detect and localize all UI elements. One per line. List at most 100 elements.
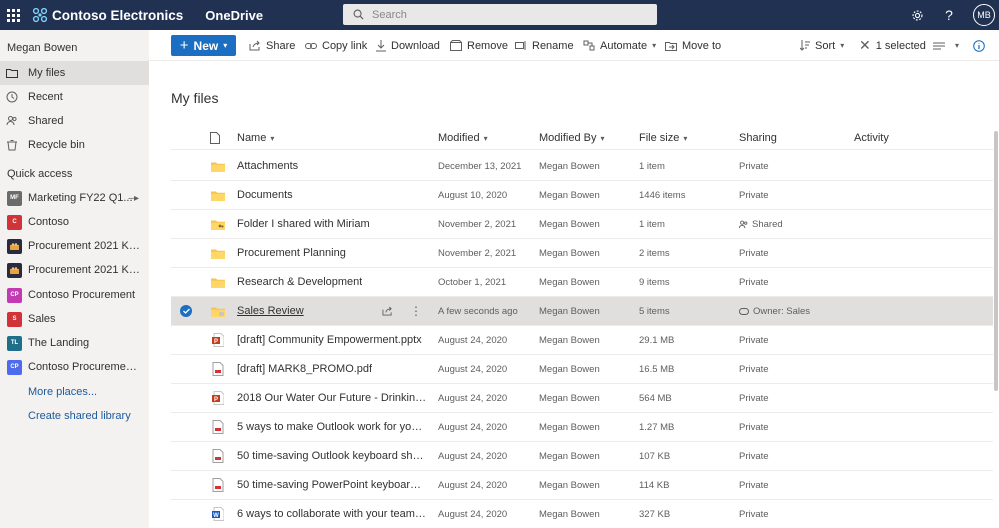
download-button[interactable]: Download bbox=[376, 30, 440, 61]
waffle-icon bbox=[6, 8, 20, 22]
rename-button[interactable]: Rename bbox=[515, 30, 574, 61]
file-name-link[interactable]: Attachments bbox=[237, 152, 427, 180]
table-row[interactable]: Folder I shared with Miriam November 2, 2… bbox=[171, 210, 993, 239]
table-row[interactable]: Sales Review ⋮ A few seconds ago Megan Bowe… bbox=[171, 297, 993, 326]
move-to-button[interactable]: Move to bbox=[665, 30, 721, 61]
pin-icon[interactable]: ‒▸ bbox=[128, 193, 139, 204]
clear-selection-button[interactable]: ✕ 1 selected bbox=[859, 30, 926, 61]
table-row[interactable]: Research & Development October 1, 2021 Meg… bbox=[171, 268, 993, 297]
create-shared-library-link[interactable]: Create shared library bbox=[28, 410, 131, 422]
checkmark-icon bbox=[180, 305, 192, 317]
pdf-file-icon bbox=[210, 355, 226, 383]
file-name-link[interactable]: 2018 Our Water Our Future - Drinking Wat… bbox=[237, 384, 427, 412]
quick-access-item[interactable]: TL The Landing bbox=[0, 331, 149, 355]
new-button[interactable]: + New ▾ bbox=[171, 35, 236, 56]
table-row[interactable]: P 2018 Our Water Our Future - Drinking Wa… bbox=[171, 384, 993, 413]
quick-access-item[interactable]: Procurement 2021 Kickoff bbox=[0, 258, 149, 282]
quick-access-item[interactable]: Procurement 2021 Kickof... bbox=[0, 234, 149, 258]
quick-access-item[interactable]: CP Contoso Procurement bbox=[0, 283, 149, 307]
file-name-link[interactable]: 5 ways to make Outlook work for you.pdf bbox=[237, 413, 427, 441]
quick-access-item[interactable]: C Contoso bbox=[0, 210, 149, 234]
file-name-link[interactable]: Procurement Planning bbox=[237, 239, 427, 267]
pdf-file-icon bbox=[210, 413, 226, 441]
modified-by: Megan Bowen bbox=[539, 450, 600, 462]
nav-item-label: My files bbox=[28, 67, 66, 79]
table-row[interactable]: W 6 ways to collaborate with your team.do… bbox=[171, 500, 993, 528]
quick-access-item[interactable]: CP Contoso Procurement - T... bbox=[0, 355, 149, 379]
file-name: 5 ways to make Outlook work for you.pdf bbox=[237, 421, 427, 433]
help-button[interactable]: ? bbox=[933, 0, 965, 30]
sharing-column-header[interactable]: Sharing bbox=[739, 126, 777, 150]
nav-item-label: Recent bbox=[28, 91, 63, 103]
share-button[interactable]: Share bbox=[249, 30, 295, 61]
vertical-scrollbar[interactable] bbox=[993, 61, 999, 528]
name-column-header[interactable]: Name ▾ bbox=[237, 126, 274, 150]
sharing-status[interactable]: Shared bbox=[739, 210, 859, 238]
sharing-status: Private bbox=[739, 355, 859, 383]
scroll-thumb[interactable] bbox=[994, 131, 998, 391]
selected-count: 1 selected bbox=[875, 39, 926, 52]
file-size: 1 item bbox=[639, 218, 665, 230]
site-badge: TL bbox=[7, 335, 22, 351]
group-icon bbox=[739, 307, 749, 315]
more-actions-button[interactable]: ⋮ bbox=[410, 297, 422, 325]
remove-button[interactable]: Remove bbox=[450, 30, 508, 61]
sort-button[interactable]: Sort ▾ bbox=[800, 30, 844, 61]
file-name-link[interactable]: Research & Development bbox=[237, 268, 427, 296]
file-name-link[interactable]: [draft] MARK8_PROMO.pdf bbox=[237, 355, 427, 383]
remove-label: Remove bbox=[467, 39, 508, 52]
file-name-link[interactable]: Folder I shared with Miriam bbox=[237, 210, 427, 238]
table-row[interactable]: Procurement Planning November 2, 2021 Mega… bbox=[171, 239, 993, 268]
file-name-link[interactable]: 50 time-saving PowerPoint keyboard short… bbox=[237, 471, 427, 499]
table-row[interactable]: 5 ways to make Outlook work for you.pdf A… bbox=[171, 413, 993, 442]
copy-link-button[interactable]: Copy link bbox=[305, 30, 367, 61]
chevron-down-icon: ▾ bbox=[600, 133, 605, 143]
view-options-button[interactable]: ▾ bbox=[933, 30, 959, 61]
activity-column-header[interactable]: Activity bbox=[854, 126, 889, 150]
app-name-link[interactable]: OneDrive bbox=[205, 8, 263, 23]
search-box[interactable] bbox=[343, 4, 657, 25]
quick-access-heading: Quick access bbox=[7, 168, 73, 180]
nav-item-my-files[interactable]: My files bbox=[0, 61, 149, 85]
file-name-link[interactable]: Documents bbox=[237, 181, 427, 209]
nav-item-recent[interactable]: Recent bbox=[0, 85, 149, 109]
modified-date: August 24, 2020 bbox=[438, 392, 508, 404]
file-name-link[interactable]: [draft] Community Empowerment.pptx bbox=[237, 326, 427, 354]
table-row[interactable]: P [draft] Community Empowerment.pptx Augus… bbox=[171, 326, 993, 355]
row-checkbox[interactable] bbox=[180, 297, 194, 325]
file-name-link[interactable]: Sales Review bbox=[237, 297, 427, 325]
file-name-link[interactable]: 6 ways to collaborate with your team.doc… bbox=[237, 500, 427, 528]
quick-access-item[interactable]: MF Marketing FY22 Q1... ‒▸ bbox=[0, 186, 149, 210]
sharing-label: Private bbox=[739, 189, 769, 201]
automate-button[interactable]: Automate ▾ bbox=[583, 30, 656, 61]
new-button-label: New bbox=[193, 38, 219, 53]
file-name-link[interactable]: 50 time-saving Outlook keyboard shortcut… bbox=[237, 442, 427, 470]
file-size: 327 KB bbox=[639, 508, 671, 520]
search-input[interactable] bbox=[372, 8, 622, 21]
brand-link[interactable]: Contoso Electronics bbox=[32, 7, 183, 23]
nav-item-shared[interactable]: Shared bbox=[0, 109, 149, 133]
info-pane-button[interactable] bbox=[973, 30, 990, 61]
sharing-status[interactable]: Owner: Sales bbox=[739, 297, 859, 325]
table-row[interactable]: [draft] MARK8_PROMO.pdf August 24, 2020 Me… bbox=[171, 355, 993, 384]
table-row[interactable]: 50 time-saving PowerPoint keyboard short… bbox=[171, 471, 993, 500]
row-share-button[interactable] bbox=[382, 297, 393, 325]
rename-icon bbox=[515, 41, 527, 50]
table-row[interactable]: 50 time-saving Outlook keyboard shortcut… bbox=[171, 442, 993, 471]
close-icon: ✕ bbox=[859, 37, 871, 53]
modified-by-column-header[interactable]: Modified By ▾ bbox=[539, 126, 605, 150]
account-manager-button[interactable]: MB bbox=[965, 0, 999, 30]
table-row[interactable]: Attachments December 13, 2021 Megan Bowen 1… bbox=[171, 152, 993, 181]
table-row[interactable]: Documents August 10, 2020 Megan Bowen 1446 … bbox=[171, 181, 993, 210]
file-size-column-header[interactable]: File size ▾ bbox=[639, 126, 687, 150]
file-type-column-header[interactable] bbox=[210, 126, 220, 150]
download-label: Download bbox=[391, 39, 440, 52]
sharing-label: Private bbox=[739, 479, 769, 491]
app-launcher-button[interactable] bbox=[0, 0, 26, 30]
site-badge: C bbox=[7, 214, 22, 230]
settings-button[interactable] bbox=[901, 0, 933, 30]
modified-column-header[interactable]: Modified ▾ bbox=[438, 126, 488, 150]
more-places-link[interactable]: More places... bbox=[28, 386, 97, 398]
quick-access-item[interactable]: S Sales bbox=[0, 307, 149, 331]
nav-item-recycle-bin[interactable]: Recycle bin bbox=[0, 133, 149, 157]
